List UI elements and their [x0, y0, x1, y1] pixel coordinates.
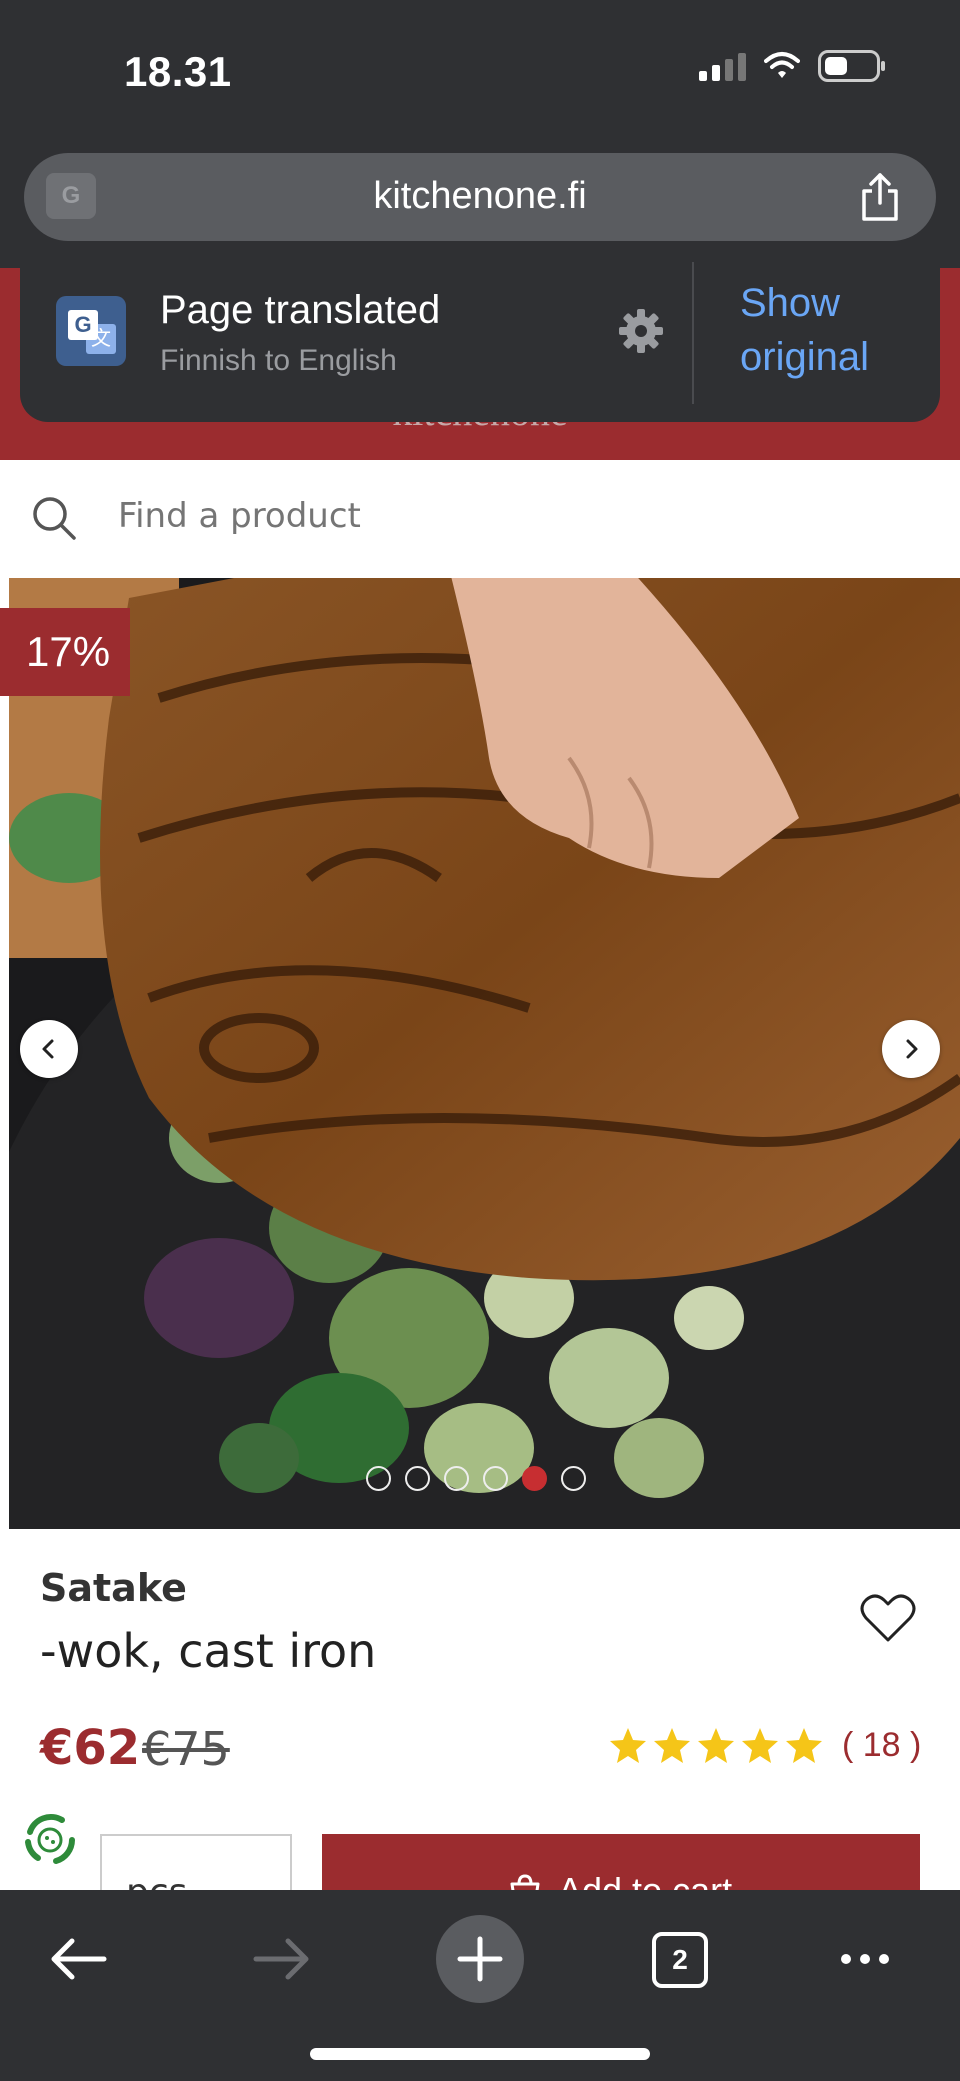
show-original-button[interactable]: Show original	[740, 276, 920, 384]
address-bar[interactable]: G kitchenone.fi	[24, 153, 936, 241]
translate-popup: 文 G Page translated Finnish to English S…	[20, 258, 940, 422]
star-icon	[654, 1728, 690, 1763]
star-icon	[698, 1728, 734, 1763]
product-brand[interactable]: Satake	[40, 1566, 187, 1610]
back-arrow-icon	[51, 1938, 107, 1980]
recycle-icon[interactable]	[16, 1806, 84, 1874]
gallery-prev-button[interactable]	[20, 1020, 78, 1078]
more-button[interactable]	[820, 1914, 910, 2004]
review-count[interactable]: ( 18 )	[842, 1726, 921, 1765]
chevron-left-icon	[42, 1039, 54, 1059]
wifi-icon	[764, 52, 800, 78]
settings-gear-icon[interactable]	[616, 306, 666, 356]
battery-icon	[818, 50, 885, 82]
gallery-dot[interactable]	[444, 1466, 469, 1491]
gallery-dot-active[interactable]	[522, 1466, 547, 1491]
popup-divider	[692, 262, 694, 404]
url-text[interactable]: kitchenone.fi	[24, 175, 936, 218]
back-button[interactable]	[34, 1914, 124, 2004]
browser-top-chrome: 18.31 G kitchenone.fi	[0, 0, 960, 268]
search-icon[interactable]	[30, 494, 78, 542]
status-icons	[699, 50, 885, 82]
discount-badge: 17%	[0, 608, 130, 696]
gallery-dot[interactable]	[561, 1466, 586, 1491]
heart-icon[interactable]	[860, 1592, 916, 1644]
gallery-dot[interactable]	[366, 1466, 391, 1491]
star-icon	[742, 1728, 778, 1763]
popup-subtitle: Finnish to English	[160, 344, 397, 377]
google-translate-icon: 文 G	[56, 296, 126, 366]
product-price: €62	[40, 1720, 141, 1776]
gallery-next-button[interactable]	[882, 1020, 940, 1078]
cellular-signal-icon	[699, 51, 746, 81]
gallery-dots	[366, 1466, 586, 1491]
gallery-dot[interactable]	[405, 1466, 430, 1491]
tabs-icon: 2	[652, 1932, 708, 1988]
product-image[interactable]	[9, 578, 960, 1529]
popup-title: Page translated	[160, 288, 441, 332]
forward-arrow-icon	[253, 1938, 309, 1980]
plus-icon	[457, 1936, 503, 1982]
more-icon	[841, 1954, 889, 1964]
browser-bottom-toolbar: 2	[0, 1890, 960, 2081]
product-name: -wok, cast iron	[40, 1624, 377, 1678]
new-tab-button[interactable]	[436, 1915, 524, 2003]
status-time: 18.31	[124, 48, 232, 95]
search-bar	[0, 460, 960, 578]
star-icon	[610, 1728, 646, 1763]
star-icon	[786, 1728, 822, 1763]
home-indicator	[310, 2048, 650, 2060]
product-photo	[9, 578, 960, 1529]
tabs-button[interactable]: 2	[634, 1914, 724, 2004]
share-icon[interactable]	[858, 171, 902, 223]
product-old-price: €75	[142, 1722, 230, 1776]
forward-button[interactable]	[236, 1914, 326, 2004]
search-input[interactable]	[118, 496, 818, 536]
gallery-dot[interactable]	[483, 1466, 508, 1491]
chevron-right-icon	[906, 1039, 918, 1059]
rating-stars[interactable]	[608, 1726, 824, 1766]
